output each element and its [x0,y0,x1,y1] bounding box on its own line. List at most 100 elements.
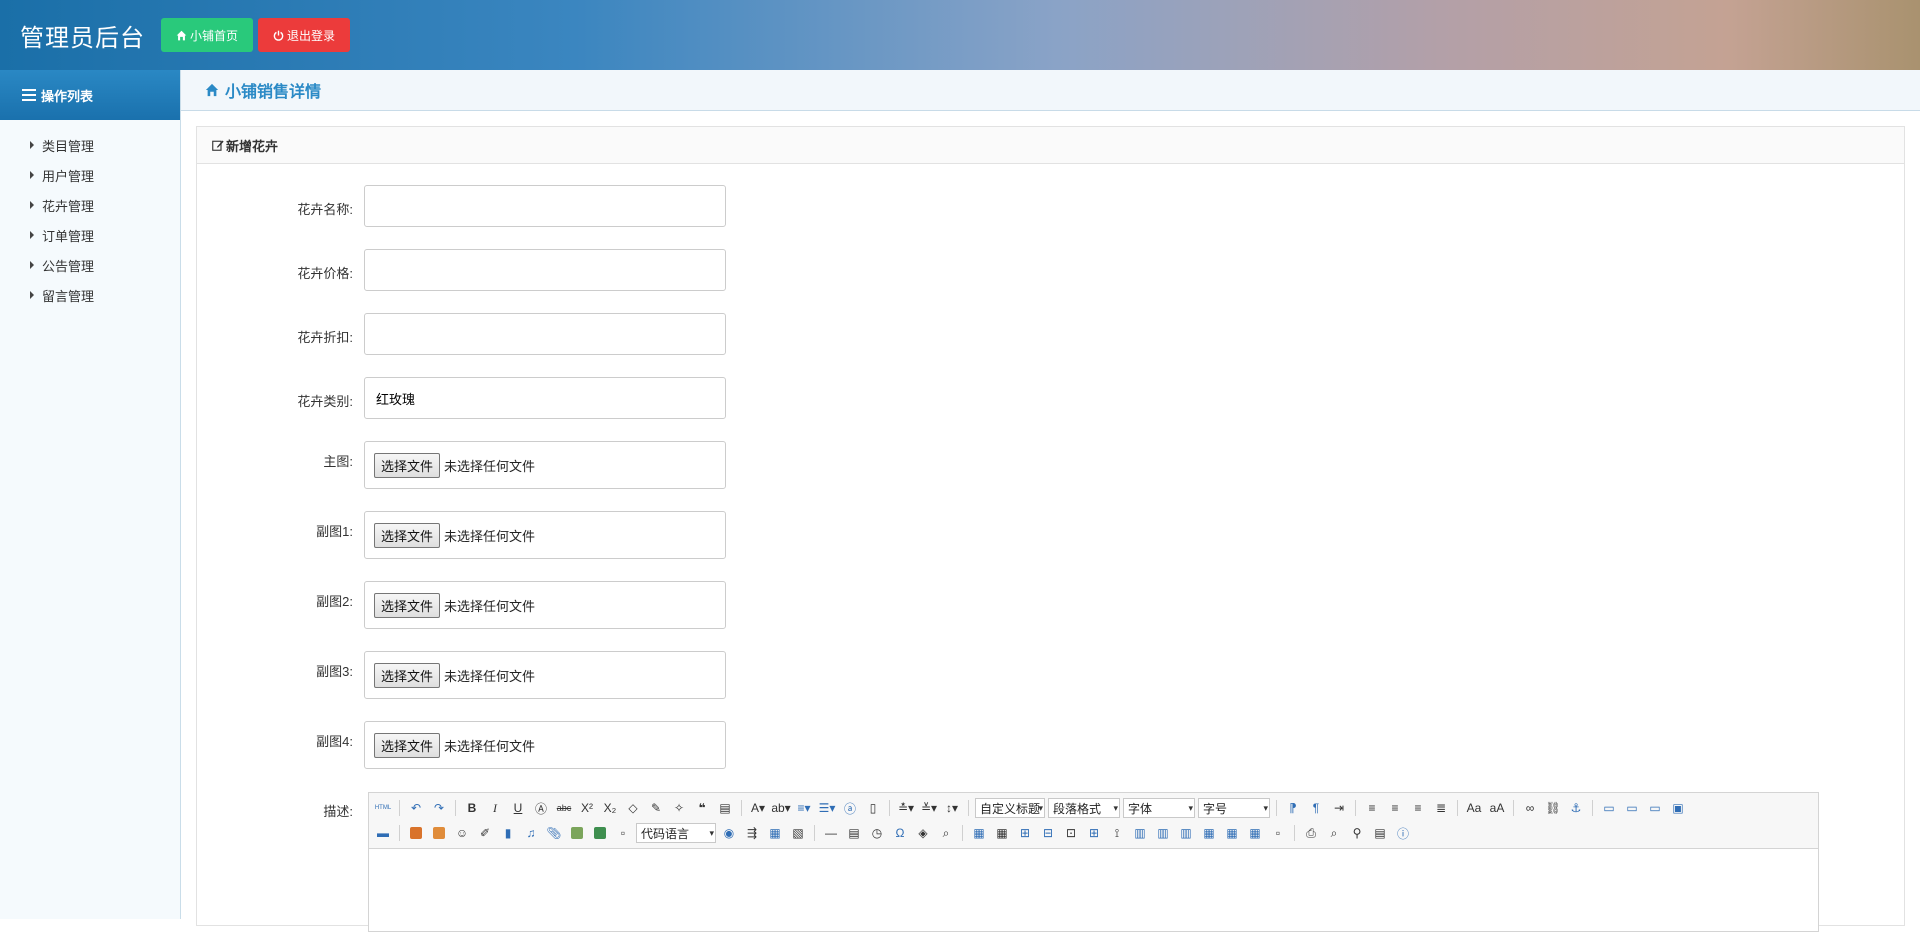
insert-image-icon[interactable] [429,823,449,843]
background-color-icon[interactable]: ab▾ [771,798,791,818]
print-icon[interactable]: ⎙ [1301,823,1321,843]
template-icon[interactable]: ▦ [765,823,785,843]
special-char-icon[interactable]: Ω [890,823,910,843]
align-left-icon[interactable]: ≡ [1362,798,1382,818]
lowercase-icon[interactable]: aA [1487,798,1507,818]
align-center-icon[interactable]: ≡ [1385,798,1405,818]
sidebar-item-users[interactable]: 用户管理 [0,160,180,190]
rtl-icon[interactable]: ¶ [1306,798,1326,818]
font-color-icon[interactable]: A▾ [748,798,768,818]
flower-price-input[interactable] [364,249,726,291]
custom-title-select[interactable]: 自定义标题 [975,798,1045,818]
row-spacing-bottom-icon[interactable]: ≚▾ [919,798,939,818]
choose-file-button[interactable]: 选择文件 [374,592,441,618]
merge-right-icon[interactable]: ▥ [1153,823,1173,843]
map-icon[interactable] [567,823,587,843]
delete-row-icon[interactable]: ⊡ [1061,823,1081,843]
align-right-icon[interactable]: ≡ [1408,798,1428,818]
search-replace-icon[interactable]: ⌕ [936,823,956,843]
paste-plain-icon[interactable]: ▤ [715,798,735,818]
anchor-icon[interactable]: ⚓ [1566,798,1586,818]
sidebar-item-orders[interactable]: 订单管理 [0,220,180,250]
font-border-icon[interactable]: Ⓐ [531,798,551,818]
code-language-select[interactable]: 代码语言 [636,823,716,843]
sidebar-item-category[interactable]: 类目管理 [0,130,180,160]
editor-body[interactable] [369,849,1818,929]
logout-button[interactable]: 退出登录 [258,18,351,52]
split-cells-icon[interactable]: ▦ [1199,823,1219,843]
blockquote-icon[interactable]: ❝ [692,798,712,818]
format-painter-icon[interactable]: ✎ [646,798,666,818]
merge-cells-icon[interactable]: ▥ [1130,823,1150,843]
sidebar-item-flowers[interactable]: 花卉管理 [0,190,180,220]
insert-col-icon[interactable]: ⊞ [1084,823,1104,843]
background-icon[interactable]: ▧ [788,823,808,843]
choose-file-button[interactable]: 选择文件 [374,662,441,688]
page-break-icon[interactable]: ⇶ [742,823,762,843]
image-center-icon[interactable]: ▬ [373,823,393,843]
html-source-icon[interactable]: HTML [373,798,393,818]
choose-file-button[interactable]: 选择文件 [374,452,441,478]
superscript-icon[interactable]: X² [577,798,597,818]
sidebar-item-messages[interactable]: 留言管理 [0,280,180,310]
time-icon[interactable]: ◷ [867,823,887,843]
undo-icon[interactable]: ↶ [406,798,426,818]
insert-code-icon[interactable]: ▫ [613,823,633,843]
image-right-icon[interactable]: ▭ [1645,798,1665,818]
strikethrough-icon[interactable]: abc [554,798,574,818]
split-rows-icon[interactable]: ▦ [1222,823,1242,843]
fullscreen-icon[interactable]: ▣ [1668,798,1688,818]
italic-icon[interactable]: I [485,798,505,818]
clear-doc-icon[interactable]: ▯ [863,798,883,818]
flower-name-input[interactable] [364,185,726,227]
split-cols-icon[interactable]: ▦ [1245,823,1265,843]
row-spacing-top-icon[interactable]: ≛▾ [896,798,916,818]
insert-table-icon[interactable]: ▦ [969,823,989,843]
select-all-icon[interactable]: ⓐ [840,798,860,818]
web-app-icon[interactable]: ◉ [719,823,739,843]
bold-icon[interactable]: B [462,798,482,818]
image-left-icon[interactable]: ▭ [1599,798,1619,818]
font-size-select[interactable]: 字号 [1198,798,1270,818]
underline-icon[interactable]: U [508,798,528,818]
indent-icon[interactable]: ⇥ [1329,798,1349,818]
choose-file-button[interactable]: 选择文件 [374,732,441,758]
scrawl-icon[interactable]: ✐ [475,823,495,843]
insert-paragraph-icon[interactable]: ⊞ [1015,823,1035,843]
merge-down-icon[interactable]: ▥ [1176,823,1196,843]
insert-video-icon[interactable]: ▮ [498,823,518,843]
simple-upload-icon[interactable] [406,823,426,843]
help-icon[interactable]: ⓘ [1393,823,1413,843]
link-icon[interactable]: ∞ [1520,798,1540,818]
attachment-icon[interactable]: 📎︎ [544,823,564,843]
date-icon[interactable]: ▤ [844,823,864,843]
delete-table-icon[interactable]: ▦ [992,823,1012,843]
ordered-list-icon[interactable]: ≡▾ [794,798,814,818]
shop-home-button[interactable]: 小铺首页 [161,18,254,52]
sidebar-item-notices[interactable]: 公告管理 [0,250,180,280]
ltr-icon[interactable]: ⁋ [1283,798,1303,818]
drafts-icon[interactable]: ▤ [1370,823,1390,843]
music-icon[interactable]: ♫ [521,823,541,843]
unordered-list-icon[interactable]: ☰▾ [817,798,837,818]
insert-row-icon[interactable]: ⊟ [1038,823,1058,843]
redo-icon[interactable]: ↷ [429,798,449,818]
insert-frame-icon[interactable] [590,823,610,843]
choose-file-button[interactable]: 选择文件 [374,522,441,548]
eraser-icon[interactable]: ◇ [623,798,643,818]
delete-col-icon[interactable]: ⟟ [1107,823,1127,843]
horizontal-rule-icon[interactable]: — [821,823,841,843]
font-family-select[interactable]: 字体 [1123,798,1195,818]
chart-icon[interactable]: ▫ [1268,823,1288,843]
flower-category-input[interactable] [364,377,726,419]
image-none-icon[interactable]: ▭ [1622,798,1642,818]
unlink-icon[interactable]: ⛓ [1543,798,1563,818]
preview-icon[interactable]: ⌕ [1324,823,1344,843]
emotion-icon[interactable]: ☺ [452,823,472,843]
paragraph-select[interactable]: 段落格式 [1048,798,1120,818]
wordimage-icon[interactable]: ◈ [913,823,933,843]
subscript-icon[interactable]: X₂ [600,798,620,818]
flower-discount-input[interactable] [364,313,726,355]
search-icon[interactable]: ⚲ [1347,823,1367,843]
uppercase-icon[interactable]: Aa [1464,798,1484,818]
